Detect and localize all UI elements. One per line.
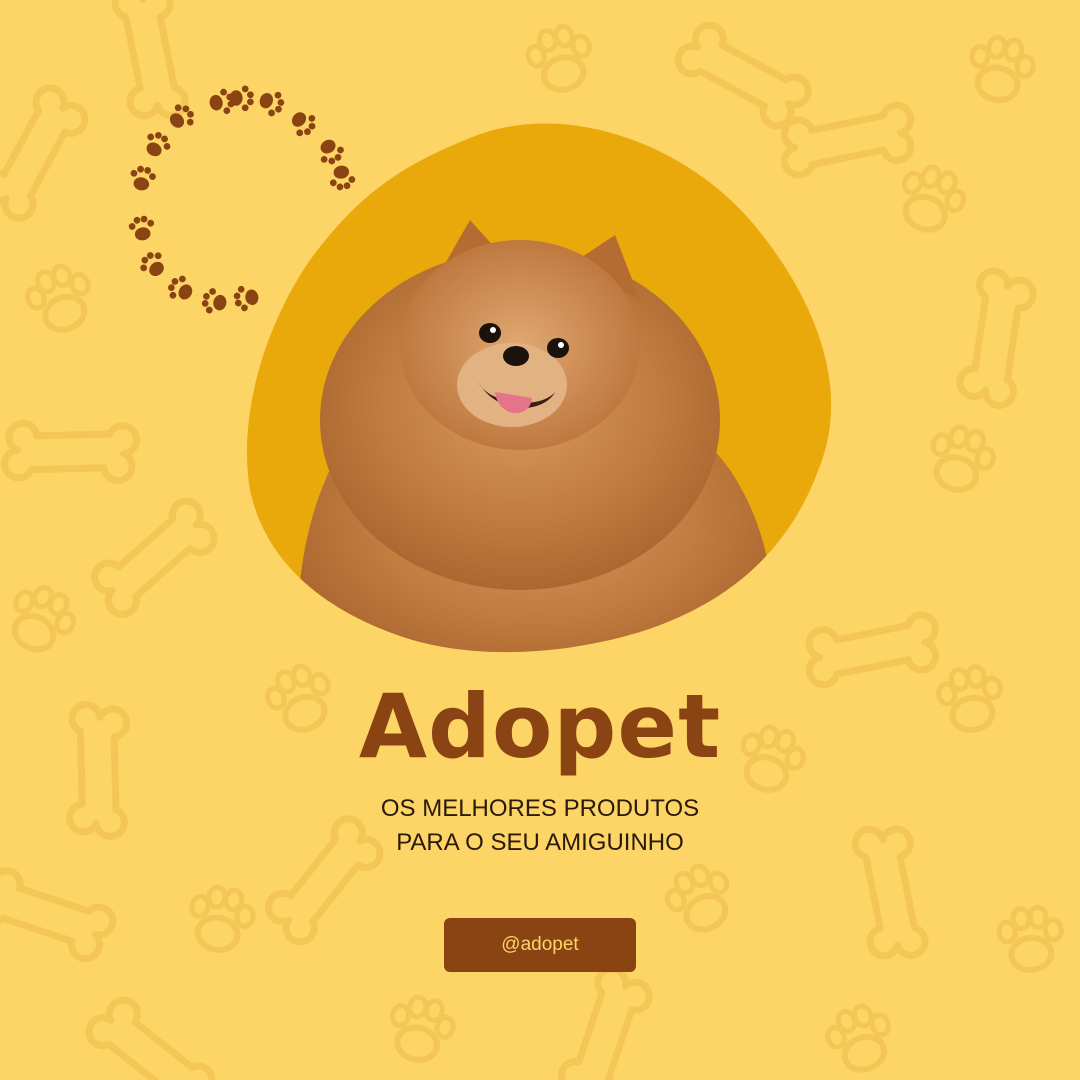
tagline-line-2: PARA O SEU AMIGUINHO: [396, 829, 684, 856]
poster-canvas: Adopet OS MELHORES PRODUTOS PARA O SEU A…: [0, 0, 1080, 1080]
tagline-line-1: OS MELHORES PRODUTOS: [380, 795, 700, 822]
tagline: OS MELHORES PRODUTOS PARA O SEU AMIGUINH…: [0, 792, 1080, 860]
brand-title: Adopet: [358, 675, 722, 778]
instagram-handle-button[interactable]: @adopet: [444, 918, 636, 972]
paw-print-ring-icon: [127, 85, 357, 317]
